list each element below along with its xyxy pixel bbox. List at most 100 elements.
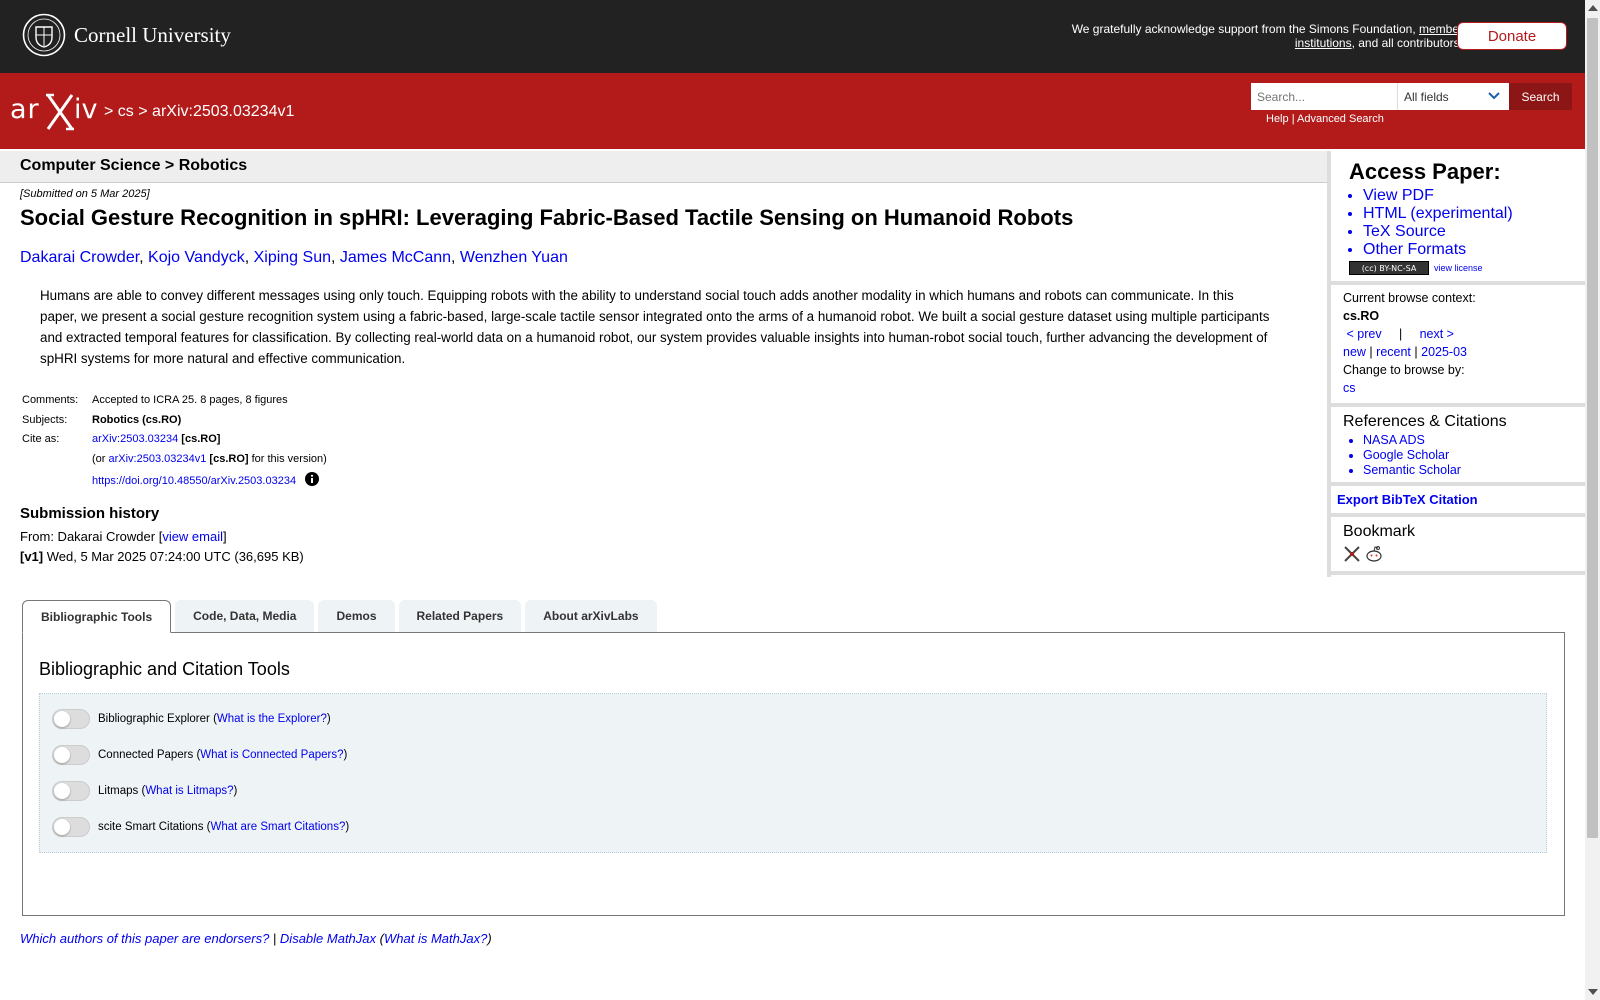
cornell-seal-icon <box>22 13 66 57</box>
search-help-links: Help | Advanced Search <box>1266 113 1384 125</box>
help-link[interactable]: Help <box>1266 113 1289 125</box>
scroll-up-icon[interactable] <box>1588 5 1598 11</box>
what-is-explorer-link[interactable]: What is the Explorer? <box>217 713 327 725</box>
toggle-switch[interactable] <box>52 709 90 729</box>
breadcrumb-cs[interactable]: cs <box>118 103 134 120</box>
university-name: Cornell University <box>74 22 231 47</box>
toggle-switch[interactable] <box>52 781 90 801</box>
month-link[interactable]: 2025-03 <box>1421 345 1467 359</box>
comments-label: Comments: <box>22 394 79 406</box>
what-are-smart-citations-link[interactable]: What are Smart Citations? <box>210 821 345 833</box>
comments-value: Accepted to ICRA 25. 8 pages, 8 figures <box>92 394 288 406</box>
breadcrumb-paper-id: arXiv:2503.03234v1 <box>152 103 295 120</box>
bibsonomy-icon[interactable] <box>1343 545 1361 563</box>
tool-row-litmaps: Litmaps (What is Litmaps?) <box>52 781 237 801</box>
disable-mathjax-link[interactable]: Disable MathJax <box>280 931 376 946</box>
browse-cs-link[interactable]: cs <box>1343 381 1356 395</box>
access-paper-title: Access Paper: <box>1349 159 1501 184</box>
donate-button[interactable]: Donate <box>1457 22 1567 50</box>
page-scrollbar[interactable] <box>1585 0 1600 1000</box>
next-link[interactable]: next > <box>1420 327 1454 341</box>
toggle-switch[interactable] <box>52 745 90 765</box>
svg-text:ar: ar <box>10 94 40 125</box>
export-bibtex-link[interactable]: Export BibTeX Citation <box>1337 492 1478 507</box>
html-experimental-link[interactable]: HTML (experimental) <box>1363 205 1513 222</box>
reddit-icon[interactable] <box>1365 545 1383 563</box>
what-is-litmaps-link[interactable]: What is Litmaps? <box>145 785 233 797</box>
subjects-value: Robotics (cs.RO) <box>92 413 182 426</box>
paper-title: Social Gesture Recognition in spHRI: Lev… <box>20 205 1074 230</box>
cornell-logo[interactable]: Cornell University <box>22 13 231 57</box>
scroll-down-icon[interactable] <box>1588 989 1598 995</box>
subject-title: Computer Science > Robotics <box>20 157 248 174</box>
search-input[interactable] <box>1251 83 1397 110</box>
tool-row-explorer: Bibliographic Explorer (What is the Expl… <box>52 709 331 729</box>
author-link[interactable]: Dakarai Crowder <box>20 249 139 266</box>
cite-version: (or arXiv:2503.03234v1 [cs.RO] for this … <box>92 452 327 465</box>
breadcrumb: > cs > arXiv:2503.03234v1 <box>104 103 295 120</box>
what-is-connected-papers-link[interactable]: What is Connected Papers? <box>200 749 343 761</box>
view-pdf-link[interactable]: View PDF <box>1363 187 1434 204</box>
semantic-scholar-link[interactable]: Semantic Scholar <box>1363 463 1461 477</box>
doi-link[interactable]: https://doi.org/10.48550/arXiv.2503.0323… <box>92 475 296 487</box>
google-scholar-link[interactable]: Google Scholar <box>1363 448 1449 462</box>
submission-from: From: Dakarai Crowder [view email] <box>20 529 227 544</box>
submission-history-title: Submission history <box>20 505 160 522</box>
endorsers-link[interactable]: Which authors of this paper are endorser… <box>20 931 269 946</box>
tab-code-data-media[interactable]: Code, Data, Media <box>175 600 315 632</box>
author-link[interactable]: Wenzhen Yuan <box>460 249 568 266</box>
tab-about-arxivlabs[interactable]: About arXivLabs <box>525 600 657 632</box>
cite-label: Cite as: <box>22 433 60 445</box>
info-icon[interactable] <box>305 472 320 486</box>
chevron-down-icon <box>1488 92 1500 100</box>
bookmark-title: Bookmark <box>1343 523 1416 540</box>
doi-row: https://doi.org/10.48550/arXiv.2503.0323… <box>90 472 329 492</box>
tool-row-scite: scite Smart Citations (What are Smart Ci… <box>52 817 349 837</box>
svg-text:iv: iv <box>74 94 98 125</box>
search-field-select[interactable]: All fields <box>1397 83 1509 110</box>
browse-context-value: cs.RO <box>1343 309 1380 323</box>
bookmark-section: Bookmark <box>1331 517 1585 575</box>
tab-demos[interactable]: Demos <box>318 600 395 632</box>
nasa-ads-link[interactable]: NASA ADS <box>1363 433 1425 447</box>
author-link[interactable]: James McCann <box>340 249 451 266</box>
version-v1: [v1] Wed, 5 Mar 2025 07:24:00 UTC (36,69… <box>20 549 304 564</box>
tab-panel: Bibliographic and Citation Tools Bibliog… <box>22 632 1565 916</box>
metadata-table: Comments: Accepted to ICRA 25. 8 pages, … <box>20 394 329 492</box>
prev-next-row: < prev | next > <box>1346 327 1454 341</box>
bookmark-icons <box>1343 545 1585 563</box>
view-email-link[interactable]: view email <box>162 529 223 544</box>
tab-bibliographic-tools[interactable]: Bibliographic Tools <box>22 600 172 633</box>
top-bar: Cornell University We gratefully acknowl… <box>0 0 1585 73</box>
scrollbar-thumb[interactable] <box>1587 18 1598 838</box>
author-link[interactable]: Kojo Vandyck <box>148 249 245 266</box>
subjects-label: Subjects: <box>22 413 68 426</box>
arxiv-logo-icon[interactable]: ar iv <box>10 91 102 131</box>
abstract: Humans are able to convey different mess… <box>40 288 1270 366</box>
what-is-mathjax-link[interactable]: What is MathJax? <box>384 931 487 946</box>
labs-tabs: Bibliographic Tools Code, Data, Media De… <box>22 600 661 633</box>
tool-row-connected-papers: Connected Papers (What is Connected Pape… <box>52 745 347 765</box>
cite-id-link[interactable]: arXiv:2503.03234 <box>92 433 178 445</box>
tab-related-papers[interactable]: Related Papers <box>398 600 522 632</box>
recent-link[interactable]: recent <box>1376 345 1411 359</box>
search-button[interactable]: Search <box>1509 83 1572 110</box>
new-link[interactable]: new <box>1343 345 1366 359</box>
tex-source-link[interactable]: TeX Source <box>1363 223 1446 240</box>
access-paper-section: Access Paper: View PDF HTML (experimenta… <box>1331 151 1585 285</box>
footer-links: Which authors of this paper are endorser… <box>20 931 492 946</box>
advanced-search-link[interactable]: Advanced Search <box>1297 113 1384 125</box>
cite-version-link[interactable]: arXiv:2503.03234v1 <box>109 453 207 465</box>
other-formats-link[interactable]: Other Formats <box>1363 241 1466 258</box>
references-section: References & Citations NASA ADS Google S… <box>1331 407 1585 486</box>
author-link[interactable]: Xiping Sun <box>254 249 331 266</box>
browse-context-section: Current browse context: cs.RO < prev | n… <box>1331 285 1585 407</box>
toggle-switch[interactable] <box>52 817 90 837</box>
cc-license-badge[interactable]: (cc) BY-NC-SA <box>1349 261 1429 275</box>
acknowledgement: We gratefully acknowledge support from t… <box>1071 22 1463 50</box>
view-license-link[interactable]: view license <box>1434 263 1483 273</box>
arxiv-header: ar iv > cs > arXiv:2503.03234v1 All fiel… <box>0 73 1585 149</box>
prev-link[interactable]: < prev <box>1346 327 1381 341</box>
right-sidebar: Access Paper: View PDF HTML (experimenta… <box>1327 151 1585 577</box>
tools-heading: Bibliographic and Citation Tools <box>39 659 290 679</box>
